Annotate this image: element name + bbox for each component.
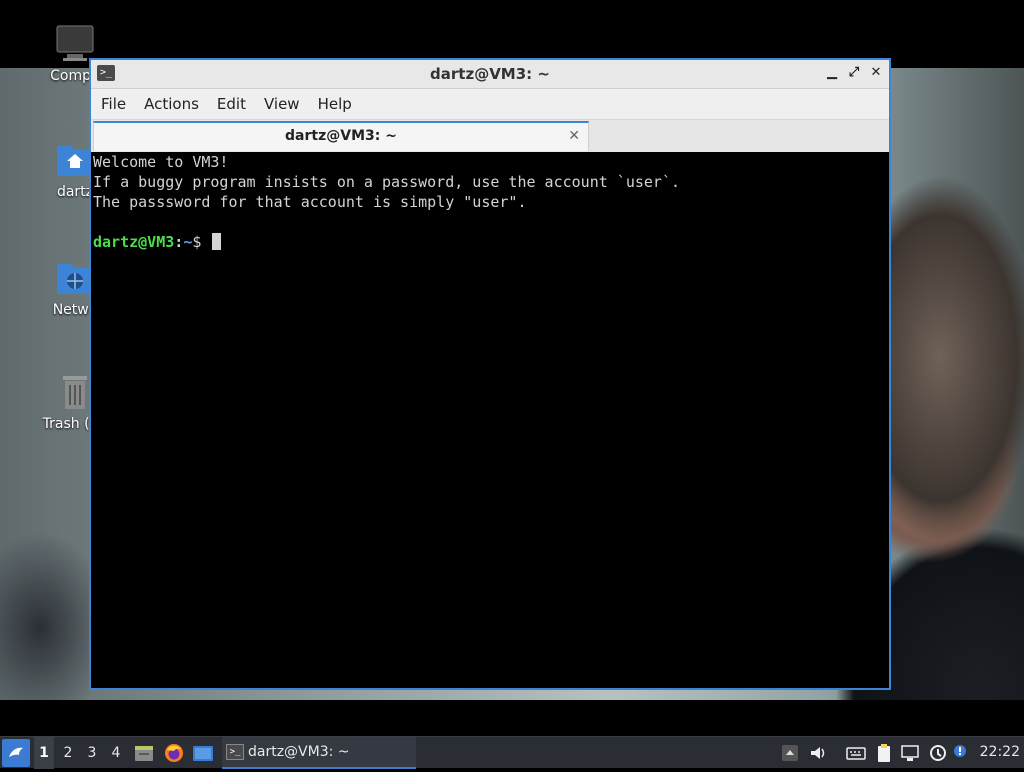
show-hidden-icon[interactable] [780, 743, 800, 763]
show-desktop-icon[interactable] [192, 742, 214, 764]
tab-bar: dartz@VM3: ~ ✕ [91, 119, 889, 152]
menu-actions[interactable]: Actions [135, 89, 208, 119]
workspace-2[interactable]: 2 [58, 737, 78, 769]
close-button[interactable]: ✕ [867, 64, 885, 82]
prompt-separator: : [174, 233, 184, 251]
menubar: File Actions Edit View Help [91, 89, 889, 119]
tab-terminal[interactable]: dartz@VM3: ~ ✕ [93, 121, 589, 151]
prompt-user-host: dartz@VM3 [93, 233, 175, 251]
desktop-icon-label: dartz [56, 184, 94, 200]
workspace-1[interactable]: 1 [34, 737, 54, 769]
keyboard-icon[interactable] [846, 743, 866, 763]
task-label: dartz@VM3: ~ [248, 744, 350, 760]
terminal-line: Welcome to VM3! [93, 153, 229, 171]
menu-help[interactable]: Help [309, 89, 361, 119]
firefox-icon[interactable] [163, 742, 185, 764]
prompt-symbol: $ [192, 233, 211, 251]
terminal-output[interactable]: Welcome to VM3! If a buggy program insis… [91, 152, 889, 688]
terminal-icon: >_ [226, 744, 244, 760]
window-titlebar[interactable]: >_ dartz@VM3: ~ ▁ ⤢ ✕ [91, 60, 889, 89]
menu-edit[interactable]: Edit [208, 89, 255, 119]
menu-view[interactable]: View [255, 89, 309, 119]
update-icon[interactable] [928, 743, 948, 763]
window-title: dartz@VM3: ~ [430, 65, 550, 83]
minimize-button[interactable]: ▁ [823, 64, 841, 82]
terminal-line: The passsword for that account is simply… [93, 193, 527, 211]
maximize-button[interactable]: ⤢ [845, 64, 863, 82]
tab-label: dartz@VM3: ~ [285, 128, 397, 144]
volume-icon[interactable] [808, 743, 828, 763]
clock[interactable]: 22:22 [980, 744, 1020, 760]
text-cursor [212, 233, 222, 250]
tab-close-icon[interactable]: ✕ [568, 128, 580, 144]
notification-icon[interactable] [952, 743, 972, 763]
workspace-3[interactable]: 3 [82, 737, 102, 769]
network-icon[interactable] [900, 743, 920, 763]
terminal-line: If a buggy program insists on a password… [93, 173, 680, 191]
start-menu-icon [9, 747, 23, 757]
workspace-4[interactable]: 4 [106, 737, 126, 769]
prompt-path: ~ [183, 233, 193, 251]
taskbar-task-terminal[interactable]: >_ dartz@VM3: ~ [222, 737, 416, 769]
terminal-window[interactable]: >_ dartz@VM3: ~ ▁ ⤢ ✕ File Actions Edit Vie… [89, 58, 891, 690]
start-menu-button[interactable] [2, 739, 30, 767]
taskbar: 1 2 3 4 >_ dartz@VM3: ~ 22:22 [0, 736, 1024, 769]
clipboard-icon[interactable] [874, 743, 894, 763]
files-icon[interactable] [133, 742, 155, 764]
terminal-prompt[interactable]: dartz@VM3:~$ [91, 232, 889, 252]
menu-file[interactable]: File [91, 89, 135, 119]
